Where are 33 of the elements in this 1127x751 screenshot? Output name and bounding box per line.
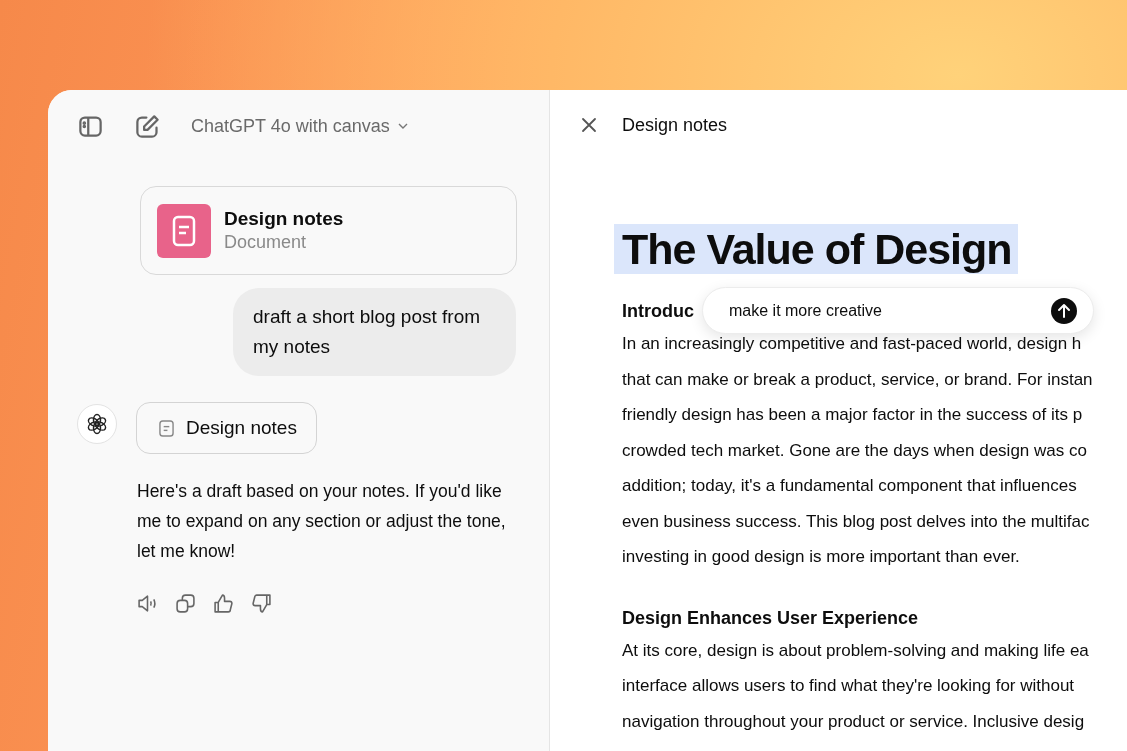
document-title: Design notes xyxy=(224,208,344,230)
paragraph-line: crowded tech market. Gone are the days when design was co xyxy=(622,439,1088,462)
paragraph-line: that can make or break a product, service, or brand. For instan xyxy=(622,368,1094,391)
copy-icon[interactable] xyxy=(175,593,196,614)
document-card[interactable]: Design notes Document xyxy=(140,186,517,275)
document-icon xyxy=(159,419,174,437)
paragraph-line: even business success. This blog post delves into the multifac xyxy=(622,510,1091,533)
chevron-down-icon xyxy=(397,123,408,129)
close-icon[interactable] xyxy=(581,117,597,133)
thumbs-down-icon[interactable] xyxy=(251,593,272,614)
document-chip[interactable]: Design notes xyxy=(136,402,317,454)
section-heading: Introduc xyxy=(622,300,694,323)
canvas-title: Design notes xyxy=(622,114,728,136)
flower-icon xyxy=(85,412,109,436)
paragraph-line: navigation throughout your product or service. Inclusive desig xyxy=(622,710,1086,733)
paragraph-line: interface allows users to find what they're looking for without xyxy=(622,675,1076,697)
document-icon xyxy=(157,203,211,258)
document-type: Document xyxy=(224,232,308,253)
paragraph-line: friendly design has been a major factor in the success of its p xyxy=(622,404,1084,426)
document-heading: The Value of Design xyxy=(614,224,1018,274)
section-heading: Design Enhances User Experience xyxy=(622,606,919,630)
edit-icon[interactable] xyxy=(134,112,161,140)
assistant-message: Here's a draft based on your notes. If you'd like me to expand on any section or adjust the tone, let me know! xyxy=(137,480,507,563)
send-icon[interactable] xyxy=(1051,297,1077,324)
model-selector[interactable]: ChatGPT 4o with canvas xyxy=(191,115,408,137)
paragraph-line: In an increasingly competitive and fast-paced world, design h xyxy=(622,333,1083,355)
paragraph-line: At its core, design is about problem-solving and making life ea xyxy=(622,639,1090,662)
edit-prompt-field[interactable]: make it more creative xyxy=(702,287,1094,334)
paragraph-line: investing in good design is more important than ever. xyxy=(622,546,1021,568)
paragraph-line: addition; today, it's a fundamental component that influences xyxy=(622,475,1078,497)
user-message: draft a short blog post from my notes xyxy=(233,288,516,376)
thumbs-up-icon[interactable] xyxy=(213,593,234,614)
speaker-icon[interactable] xyxy=(137,593,158,614)
